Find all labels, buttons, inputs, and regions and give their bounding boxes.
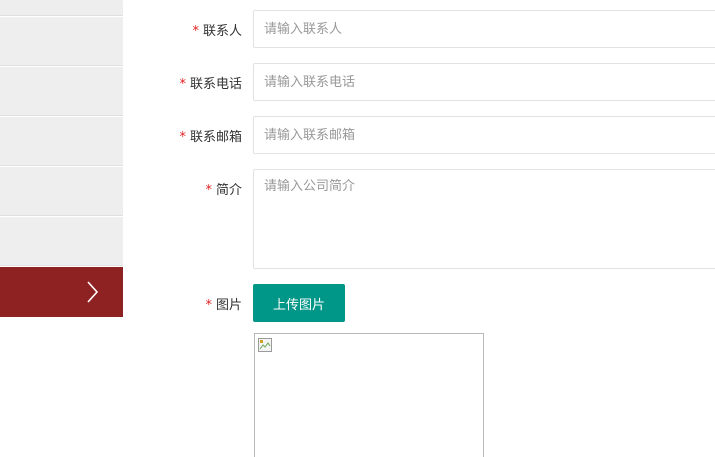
upload-image-button[interactable]: 上传图片 (253, 284, 345, 322)
contact-email-input[interactable] (253, 116, 715, 154)
contact-person-label: * 联系人 (150, 20, 242, 39)
contact-phone-input[interactable] (253, 63, 715, 101)
contact-person-input[interactable] (253, 10, 715, 48)
intro-textarea[interactable] (253, 169, 715, 269)
sidebar-item[interactable] (0, 217, 123, 266)
contact-phone-label: * 联系电话 (150, 73, 242, 92)
contact-email-label: * 联系邮箱 (150, 126, 242, 145)
image-label-text: 图片 (215, 298, 242, 313)
required-mark: * (179, 130, 186, 145)
sidebar-item[interactable] (0, 0, 123, 16)
required-mark: * (205, 183, 212, 198)
sidebar-item[interactable] (0, 117, 123, 166)
broken-image-icon (258, 338, 272, 352)
required-mark: * (192, 24, 199, 39)
contact-phone-label-text: 联系电话 (189, 77, 242, 92)
required-mark: * (205, 298, 212, 313)
sidebar-item[interactable] (0, 67, 123, 116)
image-label: * 图片 (150, 294, 242, 313)
sidebar-item[interactable] (0, 167, 123, 216)
sidebar-item[interactable] (0, 17, 123, 66)
image-preview (254, 333, 484, 457)
required-mark: * (179, 77, 186, 92)
sidebar (0, 0, 123, 457)
intro-label: * 简介 (150, 179, 242, 198)
contact-email-label-text: 联系邮箱 (189, 130, 242, 145)
chevron-right-icon (87, 281, 99, 303)
contact-person-label-text: 联系人 (202, 24, 242, 39)
sidebar-item-active[interactable] (0, 267, 123, 317)
page: *联系人 *联系电话 *联系邮箱 *简介 *图片 上传图片 (0, 0, 715, 457)
intro-label-text: 简介 (215, 183, 242, 198)
